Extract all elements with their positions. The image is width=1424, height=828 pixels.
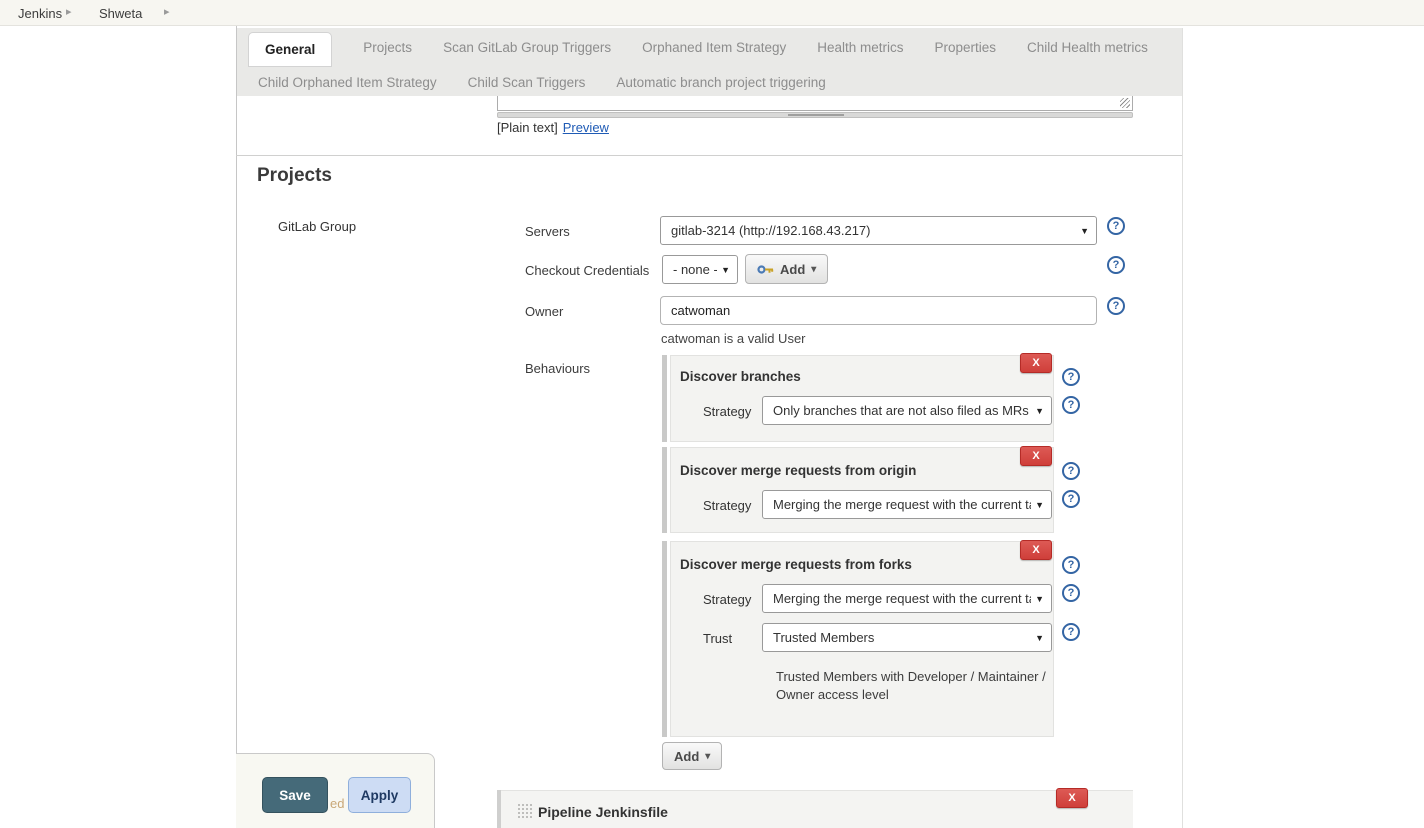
breadcrumb-caret-icon[interactable]: ▸: [66, 5, 72, 18]
help-icon[interactable]: ?: [1062, 462, 1080, 480]
servers-select-value: gitlab-3214 (http://192.168.43.217): [671, 223, 870, 238]
section-divider: [236, 155, 1182, 156]
help-icon[interactable]: ?: [1062, 368, 1080, 386]
key-icon: [757, 264, 774, 275]
tab-child-health-metrics[interactable]: Child Health metrics: [1027, 40, 1148, 55]
add-behaviour-button[interactable]: Add ▾: [662, 742, 722, 770]
tab-child-scan-triggers[interactable]: Child Scan Triggers: [468, 75, 586, 90]
servers-select[interactable]: gitlab-3214 (http://192.168.43.217) ▼: [660, 216, 1097, 245]
tab-general[interactable]: General: [248, 32, 332, 67]
tab-projects[interactable]: Projects: [363, 40, 412, 55]
strategy-select-value: Merging the merge request with the curre…: [773, 497, 1031, 512]
projects-section-title: Projects: [257, 165, 332, 187]
apply-button[interactable]: Apply: [348, 777, 411, 813]
obscured-background-text: ed: [330, 796, 344, 811]
credentials-select[interactable]: - none - ▼: [662, 255, 738, 284]
chevron-down-icon: ▼: [1035, 633, 1044, 643]
chevron-down-icon: ▼: [1080, 226, 1089, 236]
resize-handle-icon[interactable]: [1120, 98, 1130, 108]
checkout-credentials-label: Checkout Credentials: [525, 263, 649, 278]
strategy-label: Strategy: [703, 404, 751, 419]
help-icon[interactable]: ?: [1107, 297, 1125, 315]
tab-properties[interactable]: Properties: [935, 40, 997, 55]
add-credentials-label: Add: [780, 262, 805, 277]
jenkins-config-page: Jenkins ▸ Shweta ▸ General Projects Scan…: [0, 0, 1424, 828]
chevron-down-icon: ▾: [811, 264, 816, 275]
content-left-border: [236, 26, 237, 828]
strategy-select[interactable]: Only branches that are not also filed as…: [762, 396, 1052, 425]
breadcrumb-item-jenkins[interactable]: Jenkins: [18, 6, 62, 21]
chevron-down-icon: ▾: [705, 751, 710, 762]
help-icon[interactable]: ?: [1062, 490, 1080, 508]
description-textarea[interactable]: [497, 96, 1133, 111]
help-icon[interactable]: ?: [1107, 217, 1125, 235]
drag-handle-icon[interactable]: [517, 803, 532, 820]
help-icon[interactable]: ?: [1062, 556, 1080, 574]
behaviour-block-bar: [662, 355, 667, 442]
owner-input[interactable]: [660, 296, 1097, 325]
add-behaviour-label: Add: [674, 749, 699, 764]
trust-note-text: Trusted Members with Developer / Maintai…: [776, 668, 1062, 704]
textarea-splitter[interactable]: [497, 112, 1133, 118]
help-icon[interactable]: ?: [1062, 623, 1080, 641]
preview-link[interactable]: Preview: [563, 120, 609, 135]
add-credentials-button[interactable]: Add ▾: [745, 254, 828, 284]
owner-validation-text: catwoman is a valid User: [661, 331, 806, 346]
breadcrumb-caret-icon[interactable]: ▸: [164, 5, 170, 18]
delete-pipeline-button[interactable]: X: [1056, 788, 1088, 808]
behaviour-title: Discover merge requests from forks: [680, 557, 912, 572]
chevron-down-icon: ▼: [1035, 406, 1044, 416]
behaviours-label: Behaviours: [525, 361, 590, 376]
strategy-select-value: Merging the merge request with the curre…: [773, 591, 1031, 606]
credentials-select-value: - none -: [673, 262, 717, 277]
owner-label: Owner: [525, 304, 563, 319]
help-icon[interactable]: ?: [1062, 584, 1080, 602]
servers-label: Servers: [525, 224, 570, 239]
breadcrumb-item-shweta[interactable]: Shweta: [99, 6, 142, 21]
strategy-select-value: Only branches that are not also filed as…: [773, 403, 1029, 418]
behaviour-block-bar: [662, 447, 667, 533]
plain-text-label: [Plain text]: [497, 120, 558, 135]
strategy-select[interactable]: Merging the merge request with the curre…: [762, 490, 1052, 519]
save-button[interactable]: Save: [262, 777, 328, 813]
behaviour-block-bar: [662, 541, 667, 737]
tab-automatic-branch-project-triggering[interactable]: Automatic branch project triggering: [616, 75, 825, 90]
pipeline-section-title: Pipeline Jenkinsfile: [538, 804, 668, 820]
tab-row-2: Child Orphaned Item Strategy Child Scan …: [258, 68, 826, 96]
help-icon[interactable]: ?: [1107, 256, 1125, 274]
markup-formatter-row: [Plain text] Preview: [497, 120, 609, 135]
chevron-down-icon: ▼: [721, 265, 730, 275]
behaviour-title: Discover branches: [680, 369, 801, 384]
chevron-down-icon: ▼: [1035, 500, 1044, 510]
tab-row-1: General Projects Scan GitLab Group Trigg…: [248, 28, 1148, 66]
tab-health-metrics[interactable]: Health metrics: [817, 40, 903, 55]
breadcrumb: Jenkins ▸ Shweta ▸: [0, 0, 1424, 26]
behaviour-title: Discover merge requests from origin: [680, 463, 916, 478]
delete-behaviour-button[interactable]: X: [1020, 446, 1052, 466]
content-right-border: [1182, 28, 1183, 828]
strategy-select[interactable]: Merging the merge request with the curre…: [762, 584, 1052, 613]
splitter-grip-icon: [788, 114, 844, 116]
gitlab-group-label: GitLab Group: [278, 219, 356, 234]
help-icon[interactable]: ?: [1062, 396, 1080, 414]
chevron-down-icon: ▼: [1035, 594, 1044, 604]
tab-orphaned-item-strategy[interactable]: Orphaned Item Strategy: [642, 40, 786, 55]
tab-child-orphaned-item-strategy[interactable]: Child Orphaned Item Strategy: [258, 75, 437, 90]
delete-behaviour-button[interactable]: X: [1020, 540, 1052, 560]
trust-select-value: Trusted Members: [773, 630, 874, 645]
delete-behaviour-button[interactable]: X: [1020, 353, 1052, 373]
tab-scan-gitlab-group-triggers[interactable]: Scan GitLab Group Triggers: [443, 40, 611, 55]
strategy-label: Strategy: [703, 498, 751, 513]
trust-label: Trust: [703, 631, 732, 646]
strategy-label: Strategy: [703, 592, 751, 607]
trust-select[interactable]: Trusted Members ▼: [762, 623, 1052, 652]
